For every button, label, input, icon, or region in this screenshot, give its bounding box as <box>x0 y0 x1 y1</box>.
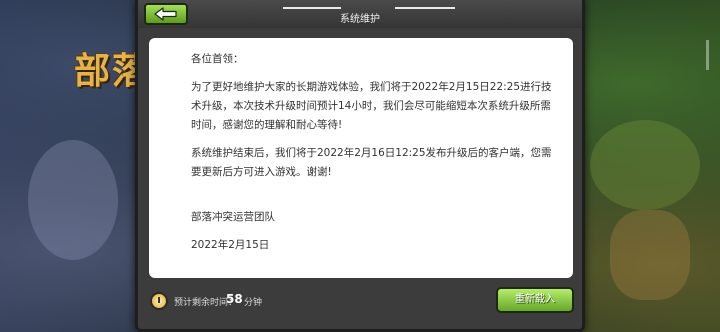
background-art-right-lower <box>610 210 690 300</box>
back-button[interactable] <box>144 3 188 25</box>
dialog-footer: 预计剩余时间： 58 分钟 重新载入 <box>138 279 582 329</box>
background-art-left <box>28 140 118 260</box>
title-decoration-right <box>395 7 455 9</box>
reload-button[interactable]: 重新载入 <box>496 287 574 313</box>
announcement-paragraph-2: 系统维护结束后，我们将于2022年2月16日12:25发布升级后的客户端，您需要… <box>191 147 552 178</box>
back-arrow-icon <box>154 7 177 21</box>
timer-value: 58 <box>226 292 243 306</box>
timer-icon <box>150 292 168 310</box>
greeting-text: 各位首领： <box>191 53 244 65</box>
announcement-date: 2022年2月15日 <box>191 239 270 251</box>
announcement-paragraph-1: 为了更好地维护大家的长期游戏体验，我们将于2022年2月15日22:25进行技术… <box>191 81 552 131</box>
announcement-content: 各位首领： 为了更好地维护大家的长期游戏体验，我们将于2022年2月15日22:… <box>149 38 573 278</box>
dialog-title: 系统维护 <box>340 14 380 25</box>
title-decoration-left <box>283 7 341 9</box>
timer-unit: 分钟 <box>244 298 263 308</box>
edge-scroll-indicator <box>706 40 709 70</box>
background-art-right <box>590 120 700 210</box>
maintenance-dialog: 系统维护 各位首领： 为了更好地维护大家的长期游戏体验，我们将于2022年2月1… <box>135 0 585 332</box>
title-bar: 系统维护 <box>138 0 582 28</box>
signature-text: 部落冲突运营团队 <box>191 211 275 223</box>
